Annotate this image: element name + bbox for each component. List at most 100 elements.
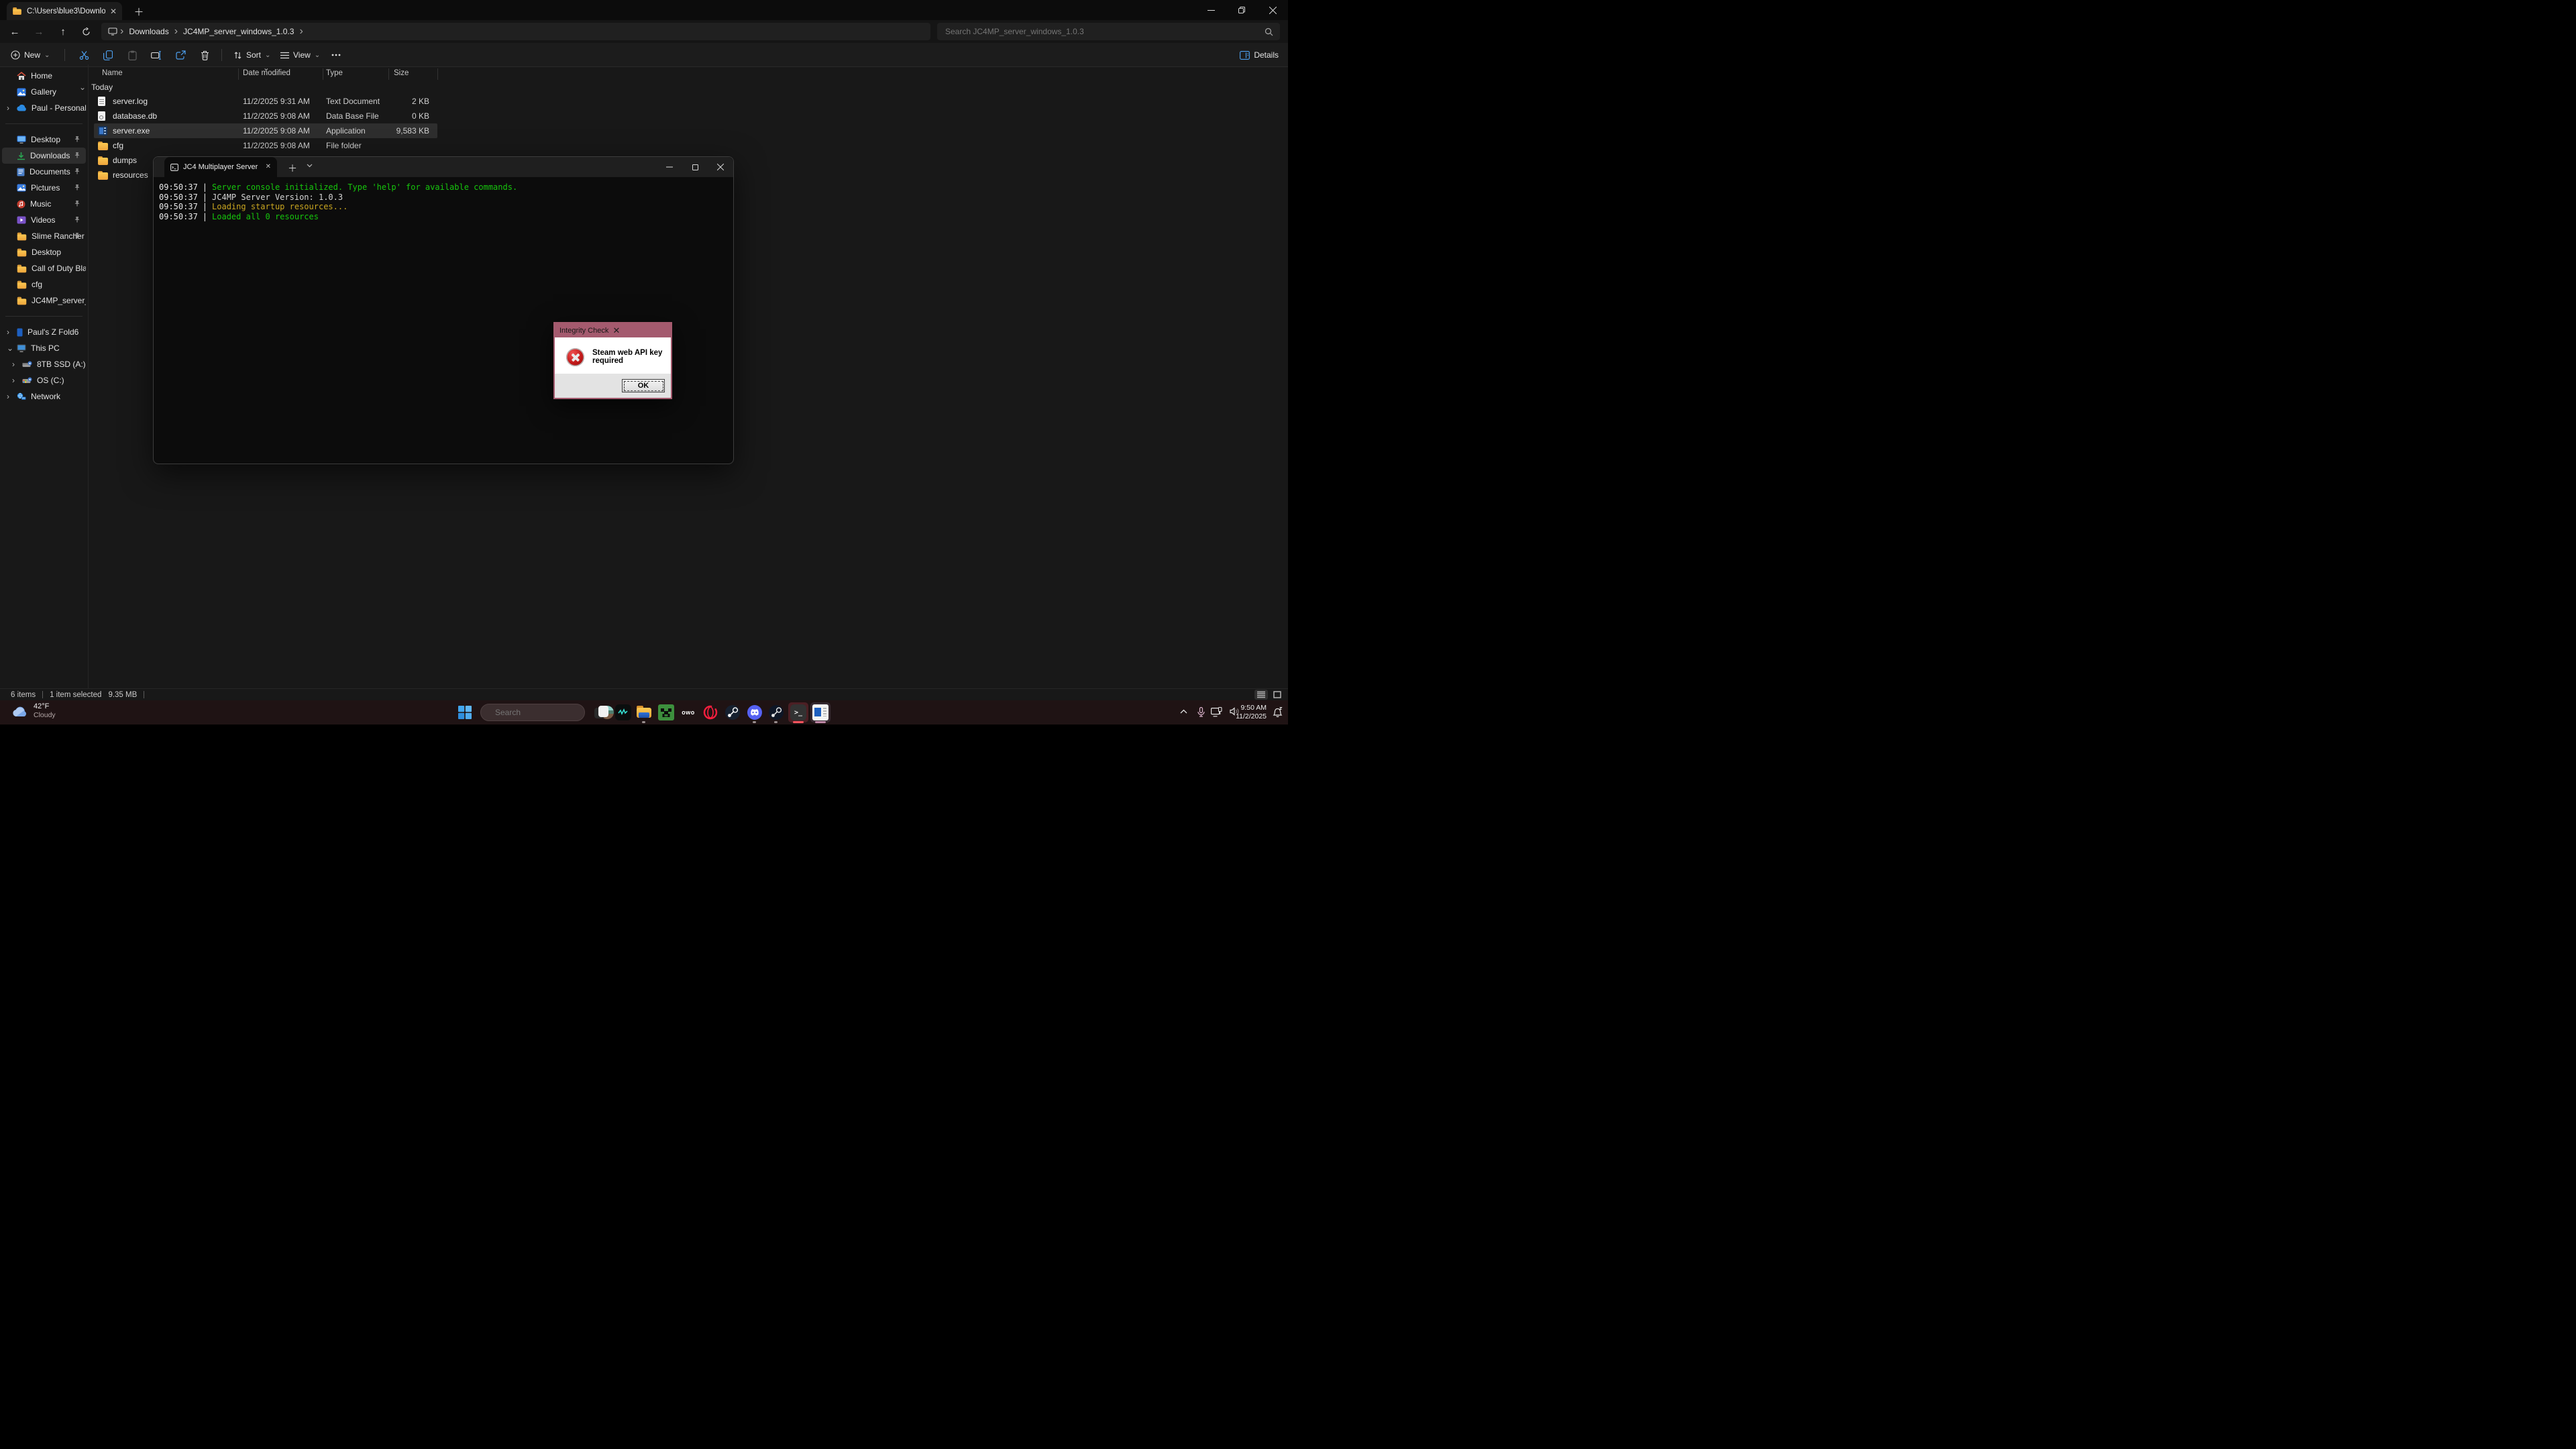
terminal-tab-dropdown[interactable] [307, 164, 313, 168]
sidebar-item-drive-a[interactable]: › 8TB SSD (A:) [2, 356, 86, 372]
trash-icon [201, 50, 209, 60]
breadcrumb-downloads[interactable]: Downloads [126, 27, 171, 36]
window-maximize-button[interactable] [1226, 0, 1257, 20]
tray-expand-button[interactable] [1180, 709, 1187, 714]
column-separator[interactable] [437, 68, 438, 80]
file-row-server-exe-selected[interactable]: server.exe 11/2/2025 9:08 AM Application… [0, 123, 604, 138]
share-button[interactable] [170, 46, 191, 64]
owo-icon: owo [682, 709, 695, 716]
taskbar-app-discord[interactable] [745, 702, 765, 722]
app-window-icon [812, 704, 828, 720]
terminal-window[interactable]: JC4 Multiplayer Server ✕ ＋ 09:50:37|Serv… [153, 156, 734, 464]
sidebar-item-jc4mp-folder[interactable]: JC4MP_server_windo [2, 292, 86, 309]
terminal-maximize-button[interactable] [682, 157, 708, 177]
taskbar-app-terminal-active[interactable]: >_ [788, 702, 808, 722]
copy-icon [103, 50, 113, 60]
window-minimize-button[interactable] [1195, 0, 1226, 20]
copy-button[interactable] [98, 46, 118, 64]
taskbar-app-server-console[interactable] [810, 702, 830, 722]
sidebar-item-network[interactable]: › Network [2, 388, 86, 405]
sidebar-item-desktop-folder[interactable]: Desktop [2, 244, 86, 260]
running-indicator [753, 721, 756, 723]
dialog-close-icon[interactable]: ✕ [613, 326, 667, 335]
column-separator[interactable] [388, 68, 389, 80]
explorer-search-input[interactable] [944, 26, 1265, 37]
new-tab-button[interactable]: ＋ [131, 4, 146, 19]
application-file-icon [98, 126, 107, 136]
sidebar-item-this-pc[interactable]: ⌄ This PC [2, 340, 86, 356]
file-row-cfg[interactable]: cfg 11/2/2025 9:08 AM File folder [0, 138, 604, 153]
taskbar-search-input[interactable] [494, 707, 600, 718]
refresh-button[interactable] [76, 23, 95, 40]
taskbar-app-minecraft[interactable] [656, 702, 676, 722]
terminal-output[interactable]: 09:50:37|Server console initialized. Typ… [154, 177, 733, 464]
column-separator[interactable] [238, 68, 239, 80]
column-size[interactable]: Size [394, 69, 409, 77]
taskbar-app-steam[interactable] [722, 702, 743, 722]
delete-button[interactable] [195, 46, 215, 64]
clock-date: 11/2/2025 [1236, 712, 1267, 721]
breadcrumb[interactable]: › Downloads › JC4MP_server_windows_1.0.3… [101, 23, 930, 40]
paste-icon [128, 50, 137, 60]
ok-button[interactable]: OK [622, 379, 665, 392]
tray-microphone[interactable] [1197, 707, 1205, 717]
terminal-minimize-button[interactable] [657, 157, 682, 177]
tab-close-icon[interactable]: ✕ [266, 163, 271, 171]
weather-text: 42°F Cloudy [34, 702, 56, 720]
details-pane-toggle[interactable]: Details [1240, 46, 1279, 64]
log-line: 09:50:37|Loaded all 0 resources [159, 212, 733, 222]
terminal-new-tab-button[interactable]: ＋ [288, 162, 297, 175]
taskbar-app-file-explorer[interactable] [634, 702, 654, 722]
sidebar-item-cfg[interactable]: cfg [2, 276, 86, 292]
large-icons-view-toggle[interactable] [1271, 690, 1284, 700]
taskbar-app-owo[interactable]: owo [678, 702, 698, 722]
explorer-search-box[interactable] [937, 23, 1280, 40]
large-icons-view-icon [1273, 691, 1281, 698]
tray-display-connect[interactable] [1211, 707, 1222, 717]
tab-close-icon[interactable]: ✕ [110, 7, 117, 15]
more-options-button[interactable] [326, 46, 346, 64]
taskbar-app-voicemeeter[interactable] [613, 702, 633, 722]
back-button[interactable]: ← [5, 23, 24, 40]
sidebar-item-drive-c[interactable]: › OS (C:) [2, 372, 86, 388]
weather-widget[interactable]: 42°F Cloudy [12, 702, 56, 720]
column-type[interactable]: Type [326, 69, 343, 77]
cut-button[interactable] [74, 46, 94, 64]
sidebar-item-phone[interactable]: › Paul's Z Fold6 [2, 324, 86, 340]
sidebar-item-videos[interactable]: Videos [2, 212, 86, 228]
dialog-title-bar[interactable]: Integrity Check ✕ [555, 323, 671, 337]
up-button[interactable]: ↑ [54, 23, 72, 40]
forward-button[interactable]: → [30, 23, 48, 40]
terminal-title-bar[interactable]: JC4 Multiplayer Server ✕ ＋ [154, 157, 733, 177]
terminal-close-button[interactable] [708, 157, 733, 177]
group-header-today[interactable]: ⌄ Today [0, 80, 604, 94]
file-row-database-db[interactable]: database.db 11/2/2025 9:08 AM Data Base … [0, 109, 604, 123]
rename-button[interactable] [146, 46, 166, 64]
paste-button[interactable] [122, 46, 142, 64]
start-button[interactable] [458, 705, 472, 720]
notification-bell[interactable] [1272, 707, 1283, 717]
explorer-tab[interactable]: C:\Users\blue3\Downloads\JC ✕ [7, 2, 122, 20]
sort-button[interactable]: Sort ⌄ [229, 46, 274, 64]
terminal-tab[interactable]: JC4 Multiplayer Server ✕ [164, 157, 277, 177]
sidebar-item-music[interactable]: Music [2, 196, 86, 212]
file-row-server-log[interactable]: server.log 11/2/2025 9:31 AM Text Docume… [0, 94, 604, 109]
sidebar-item-slime-rancher-mods[interactable]: Slime Rancher Mo [2, 228, 86, 244]
new-button[interactable]: New ⌄ [7, 46, 54, 64]
taskbar-search[interactable] [480, 704, 585, 721]
details-view-toggle[interactable] [1254, 690, 1268, 700]
sidebar-separator [5, 316, 83, 317]
taskbar-app-steam-2[interactable] [766, 702, 786, 722]
clock[interactable]: 9:50 AM 11/2/2025 [1236, 704, 1267, 721]
sidebar-item-call-of-duty[interactable]: Call of Duty Black Op [2, 260, 86, 276]
view-list-icon [280, 52, 289, 59]
view-button[interactable]: View ⌄ [276, 46, 324, 64]
column-name[interactable]: Name [102, 69, 123, 77]
window-close-button[interactable] [1257, 0, 1288, 20]
taskbar-app-stacked-squares[interactable] [592, 702, 612, 722]
music-icon [17, 200, 25, 209]
maximize-icon [692, 164, 698, 170]
integrity-check-dialog[interactable]: Integrity Check ✕ Steam web API key requ… [553, 322, 672, 399]
breadcrumb-current-folder[interactable]: JC4MP_server_windows_1.0.3 [180, 27, 297, 36]
taskbar-app-opera-gx[interactable] [700, 702, 720, 722]
